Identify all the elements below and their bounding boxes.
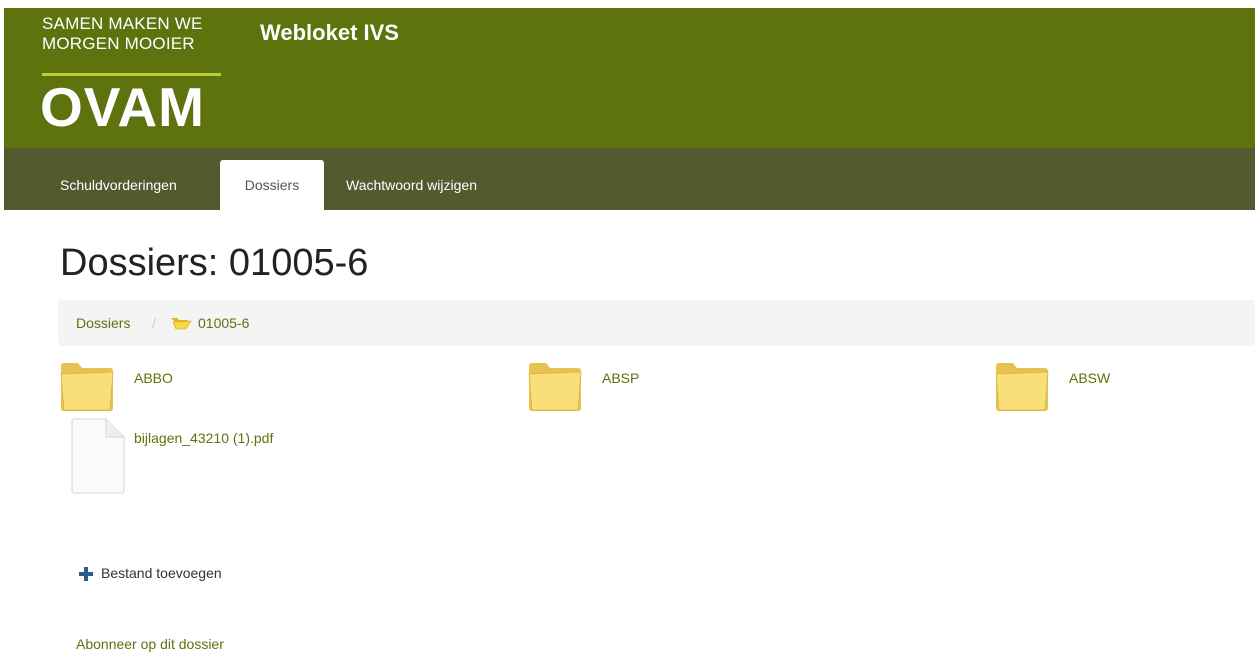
file-link-pdf[interactable]: bijlagen_43210 (1).pdf [134, 430, 273, 446]
breadcrumb-dossiers[interactable]: Dossiers [76, 300, 130, 346]
document-icon[interactable] [70, 418, 126, 494]
logo-tagline-line-2: MORGEN MOOIER [42, 34, 195, 53]
ovam-logo[interactable]: OVAM [40, 76, 205, 138]
app-title: Webloket IVS [260, 20, 399, 45]
open-folder-icon [171, 318, 192, 330]
folder-icon[interactable] [993, 360, 1051, 412]
breadcrumb-current: 01005-6 [198, 315, 250, 331]
page-title: Dossiers: 01005-6 [60, 242, 369, 284]
logo-tagline-line-1: SAMEN MAKEN WE [42, 14, 203, 33]
tab-dossiers[interactable]: Dossiers [220, 160, 324, 210]
main-nav: Schuldvorderingen Dossiers Wachtwoord wi… [4, 148, 1255, 210]
breadcrumb: Dossiers / 01005-6 [58, 300, 1255, 346]
app-header: SAMEN MAKEN WE MORGEN MOOIER OVAM Weblok… [4, 8, 1255, 148]
plus-icon [79, 567, 93, 581]
breadcrumb-separator: / [152, 315, 156, 331]
tab-schuldvorderingen[interactable]: Schuldvorderingen [46, 160, 191, 210]
folder-link-abbo[interactable]: ABBO [134, 370, 173, 386]
folder-link-absp[interactable]: ABSP [602, 370, 639, 386]
tab-wachtwoord-wijzigen[interactable]: Wachtwoord wijzigen [332, 160, 491, 210]
add-file-label: Bestand toevoegen [101, 565, 222, 581]
folder-icon[interactable] [58, 360, 116, 412]
folder-icon[interactable] [526, 360, 584, 412]
folder-link-absw[interactable]: ABSW [1069, 370, 1110, 386]
subscribe-link[interactable]: Abonneer op dit dossier [76, 636, 224, 652]
logo-tagline: SAMEN MAKEN WE MORGEN MOOIER [42, 14, 232, 54]
